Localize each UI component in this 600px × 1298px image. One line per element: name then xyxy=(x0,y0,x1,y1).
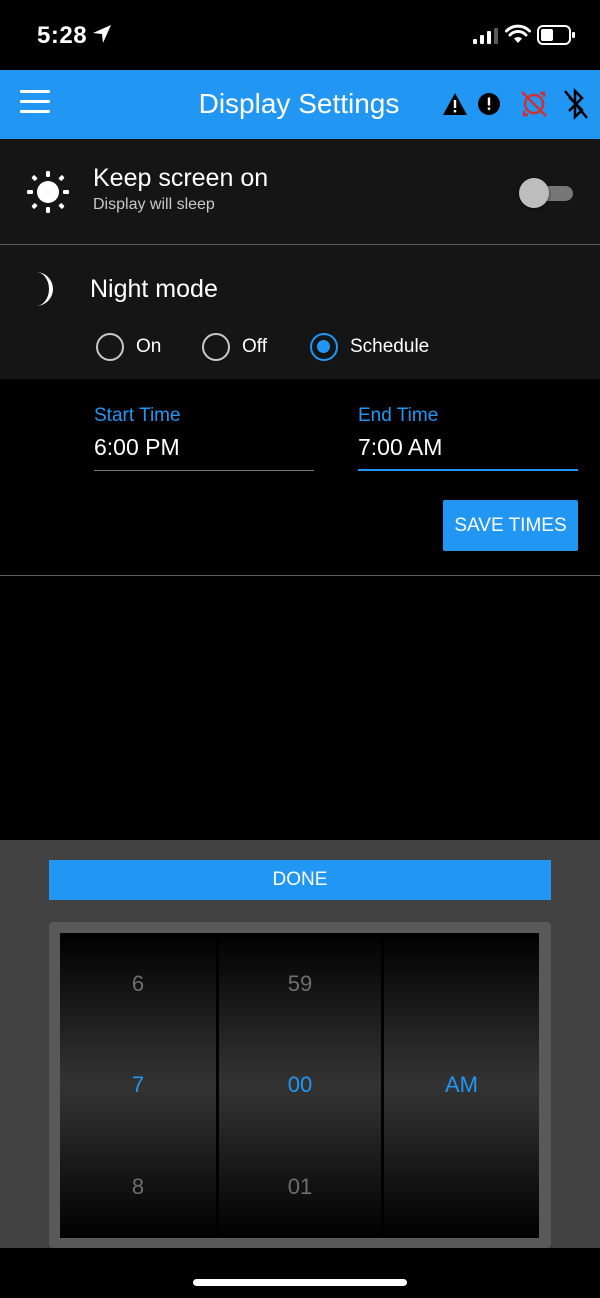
night-mode-section: Night mode On Off Schedule xyxy=(0,245,600,379)
end-time-value[interactable]: 7:00 AM xyxy=(358,434,442,461)
end-time-underline xyxy=(358,469,578,471)
minute-wheel[interactable]: 59 00 01 xyxy=(219,933,381,1238)
home-indicator[interactable] xyxy=(193,1279,407,1286)
keep-screen-title: Keep screen on xyxy=(93,164,269,192)
picker-wheel-frame: 6 7 8 59 00 01 AM xyxy=(49,922,551,1248)
signal-icon xyxy=(473,28,498,44)
night-mode-title: Night mode xyxy=(90,275,218,303)
save-times-button[interactable]: SAVE TIMES xyxy=(443,500,578,551)
bluetooth-disabled-icon[interactable] xyxy=(563,87,589,121)
keep-screen-subtitle: Display will sleep xyxy=(93,196,215,213)
period-selected[interactable]: AM xyxy=(384,1072,539,1098)
end-time-field[interactable]: End Time 7:00 AM xyxy=(358,405,578,471)
status-bar: 5:28 xyxy=(0,0,600,70)
toggle-thumb xyxy=(519,178,549,208)
start-time-underline xyxy=(94,470,314,471)
start-time-value[interactable]: 6:00 PM xyxy=(94,434,180,461)
keep-screen-toggle[interactable] xyxy=(519,178,574,208)
location-arrow-icon xyxy=(93,25,111,43)
divider xyxy=(0,575,600,576)
hour-wheel[interactable]: 6 7 8 xyxy=(60,933,216,1238)
wifi-icon xyxy=(505,24,531,43)
hour-selected[interactable]: 7 xyxy=(60,1072,216,1098)
minute-selected[interactable]: 00 xyxy=(219,1072,381,1098)
radio-off-circle[interactable] xyxy=(202,333,230,361)
minute-prev[interactable]: 59 xyxy=(219,971,381,997)
done-button[interactable]: DONE xyxy=(49,860,551,900)
picker-wheels: 6 7 8 59 00 01 AM xyxy=(60,933,539,1238)
hour-next[interactable]: 8 xyxy=(60,1174,216,1200)
sun-icon xyxy=(27,171,69,213)
radio-on-label: On xyxy=(136,336,162,357)
home-area xyxy=(0,1248,600,1298)
moon-icon xyxy=(36,272,53,306)
status-time: 5:28 xyxy=(37,22,88,49)
app-bar: Display Settings xyxy=(0,70,600,139)
radio-schedule-label: Schedule xyxy=(350,336,430,357)
keep-screen-section: Keep screen on Display will sleep xyxy=(0,139,600,244)
alert-icon[interactable] xyxy=(476,91,502,117)
battery-icon xyxy=(537,25,575,45)
start-time-field[interactable]: Start Time 6:00 PM xyxy=(94,405,314,471)
hour-prev[interactable]: 6 xyxy=(60,971,216,997)
radio-on-circle[interactable] xyxy=(96,333,124,361)
sync-disabled-icon[interactable] xyxy=(518,88,550,120)
end-time-label: End Time xyxy=(358,405,439,426)
minute-next[interactable]: 01 xyxy=(219,1174,381,1200)
radio-off-label: Off xyxy=(242,336,267,357)
page-title: Display Settings xyxy=(198,88,400,119)
time-picker-panel: DONE 6 7 8 59 00 01 AM xyxy=(0,840,600,1248)
radio-schedule-circle[interactable] xyxy=(310,333,338,361)
period-wheel[interactable]: AM xyxy=(384,933,539,1238)
start-time-label: Start Time xyxy=(94,405,181,426)
warning-icon[interactable] xyxy=(442,91,468,117)
